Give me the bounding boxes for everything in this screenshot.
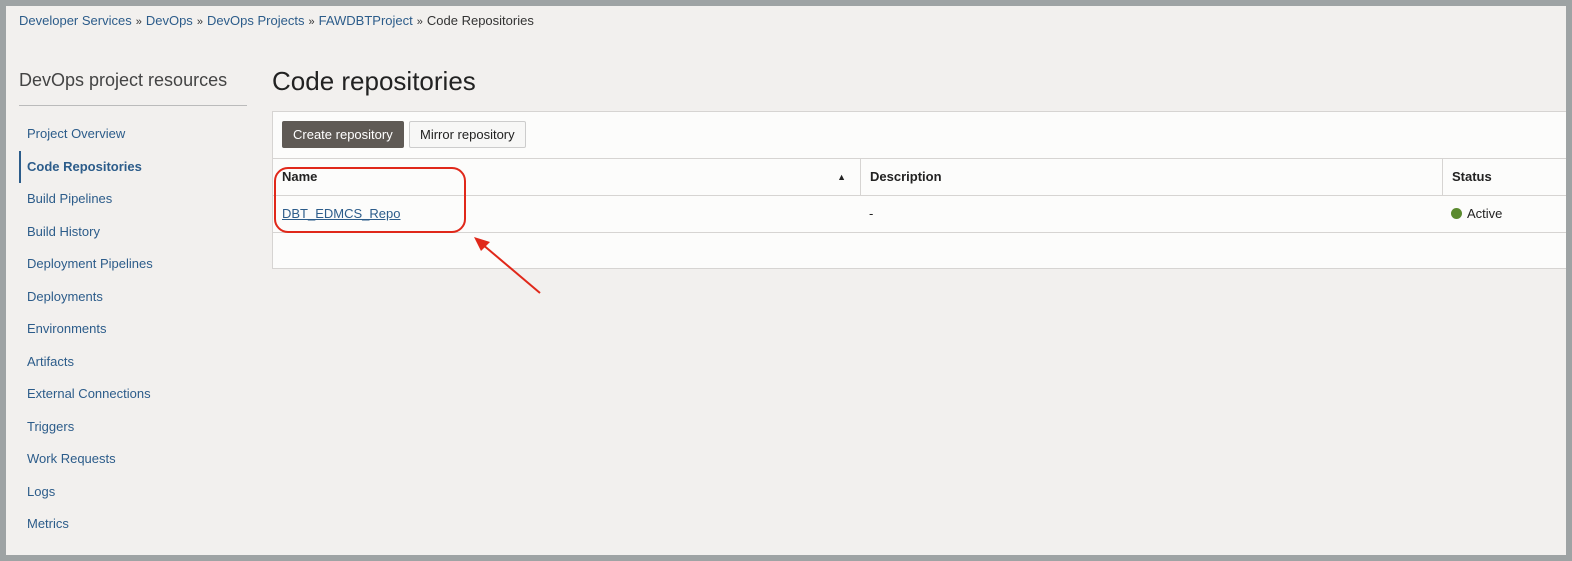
- annotation-arrow-icon: [474, 237, 541, 294]
- page: Developer Services» DevOps» DevOps Project…: [6, 6, 1566, 555]
